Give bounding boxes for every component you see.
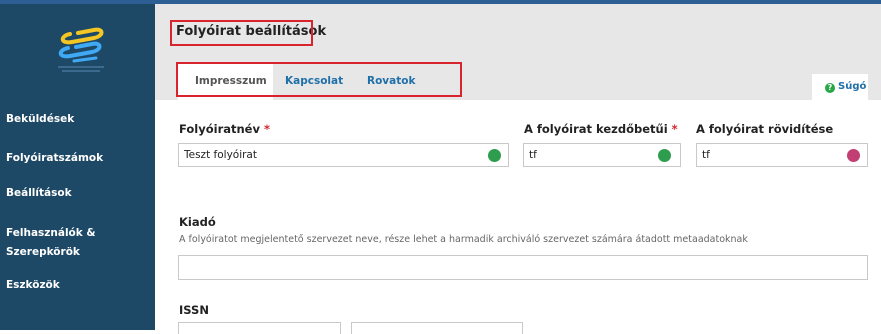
abbreviation-value: tf	[702, 149, 710, 161]
publisher-description: A folyóiratot megjelentető szervezet nev…	[179, 234, 748, 245]
sidebar-item-submissions[interactable]: Beküldések	[6, 110, 74, 129]
publisher-field[interactable]	[178, 255, 868, 280]
journal-name-field[interactable]: Teszt folyóirat	[178, 143, 509, 167]
help-button[interactable]: ? Súgó	[812, 74, 868, 100]
sidebar-item-issues[interactable]: Folyóiratszámok	[6, 149, 103, 168]
globe-icon[interactable]	[658, 149, 671, 162]
sidebar-item-users-roles-line2[interactable]: Szerepkörök	[6, 243, 80, 262]
sidebar: Beküldések Folyóiratszámok Beállítások F…	[0, 4, 155, 330]
issn-online-field[interactable]	[351, 322, 523, 334]
required-mark: *	[671, 122, 678, 136]
abbreviation-field[interactable]: tf	[696, 143, 868, 167]
issn-print-field[interactable]	[178, 322, 341, 334]
required-mark: *	[263, 122, 270, 136]
journal-name-value: Teszt folyóirat	[184, 149, 257, 161]
initials-value: tf	[529, 149, 537, 161]
issn-label: ISSN	[179, 303, 209, 317]
help-icon: ?	[825, 83, 835, 93]
publisher-label: Kiadó	[179, 215, 216, 229]
globe-icon[interactable]	[488, 149, 501, 162]
help-label: Súgó	[838, 81, 867, 92]
title-highlight-box	[170, 20, 313, 46]
sidebar-item-settings[interactable]: Beállítások	[6, 184, 72, 203]
abbreviation-label: A folyóirat rövidítése	[696, 122, 834, 136]
tabs-highlight-box	[176, 62, 462, 97]
initials-label: A folyóirat kezdőbetűi *	[524, 122, 678, 136]
ojs-logo[interactable]	[52, 20, 110, 76]
initials-field[interactable]: tf	[523, 143, 681, 167]
journal-name-label: Folyóiratnév *	[179, 122, 270, 136]
sidebar-item-users-roles-line1[interactable]: Felhasználók &	[6, 224, 96, 243]
sidebar-item-tools[interactable]: Eszközök	[6, 276, 60, 295]
globe-icon[interactable]	[847, 149, 860, 162]
